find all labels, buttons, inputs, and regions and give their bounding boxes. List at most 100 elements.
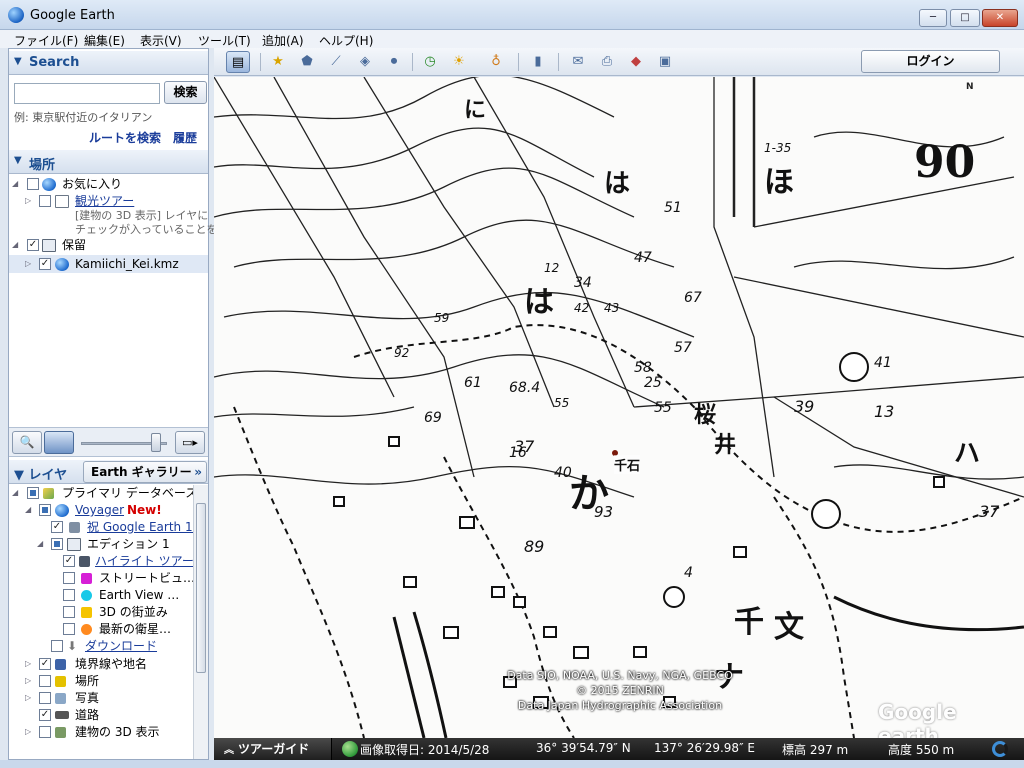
- expand-arrow-icon[interactable]: ▷: [25, 193, 31, 209]
- menu-file[interactable]: ファイル(F): [14, 32, 78, 49]
- toolbar-ruler-button[interactable]: ▮: [526, 51, 550, 73]
- favorites-checkbox[interactable]: [27, 178, 39, 190]
- tree-item-temporary[interactable]: ◢ ✓ 保留: [9, 237, 208, 253]
- search-places-button[interactable]: 🔍: [12, 431, 42, 454]
- earth-view-checkbox[interactable]: [63, 589, 75, 601]
- tab-earth-gallery[interactable]: Earth ギャラリー »: [83, 461, 207, 483]
- collapse-arrow-icon[interactable]: ◢: [12, 176, 18, 192]
- layers-scrollbar-thumb[interactable]: [196, 503, 206, 673]
- collapse-arrow-icon[interactable]: ◢: [37, 536, 43, 552]
- map-boundary-line: [713, 77, 775, 478]
- placemark-icon: ★: [272, 54, 284, 69]
- map-number: 1-35: [764, 141, 791, 155]
- sightseeing-checkbox[interactable]: [39, 195, 51, 207]
- menu-add[interactable]: 追加(A): [262, 32, 304, 49]
- primary-db-checkbox[interactable]: [27, 487, 39, 499]
- map-placemark-label[interactable]: 千石: [614, 455, 641, 474]
- roads-label: 道路: [75, 708, 100, 722]
- temporary-checkbox[interactable]: ✓: [27, 239, 39, 251]
- kmz-checkbox[interactable]: ✓: [39, 258, 51, 270]
- edition-checkbox[interactable]: [51, 538, 63, 550]
- map-building-mark: [933, 476, 945, 488]
- roads-checkbox[interactable]: ✓: [39, 709, 51, 721]
- toolbar-overlay-button[interactable]: ◈: [353, 51, 377, 73]
- toolbar-email-button[interactable]: ✉: [566, 51, 590, 73]
- download-link[interactable]: ダウンロード: [85, 638, 157, 654]
- map-label: は: [604, 169, 630, 199]
- login-button[interactable]: ログイン: [861, 50, 1000, 73]
- print-icon: ⎙: [601, 54, 613, 69]
- collapse-triangle-icon[interactable]: ▼: [14, 155, 22, 166]
- voyager-checkbox[interactable]: [39, 504, 51, 516]
- highlight-tour-checkbox[interactable]: ✓: [63, 555, 75, 567]
- anniversary-checkbox[interactable]: ✓: [51, 521, 63, 533]
- image-overlay-icon: ◈: [360, 54, 370, 69]
- collapse-arrow-icon[interactable]: ◢: [25, 502, 31, 518]
- google-earth-logo-icon: [8, 7, 24, 23]
- sightseeing-note-line2: チェックが入っていることを: [75, 223, 218, 236]
- highlight-tour-link[interactable]: ハイライト ツアー: [95, 553, 194, 569]
- opacity-slider-thumb[interactable]: [151, 433, 161, 452]
- toolbar-historical-button[interactable]: ◷: [418, 51, 442, 73]
- route-search-link[interactable]: ルートを検索: [89, 129, 161, 146]
- expand-arrow-icon[interactable]: ▷: [25, 724, 31, 740]
- buildings-3d-checkbox[interactable]: [39, 726, 51, 738]
- search-button[interactable]: 検索: [164, 81, 207, 104]
- toolbar-save-image-button[interactable]: ▣: [653, 51, 677, 73]
- toolbar-polygon-button[interactable]: ⬟: [295, 51, 319, 73]
- toolbar-placemark-button[interactable]: ★: [266, 51, 290, 73]
- tab-layers[interactable]: ▼ レイヤ: [14, 464, 67, 483]
- tree-item-favorites[interactable]: ◢ お気に入り: [9, 176, 208, 192]
- places-layer-checkbox[interactable]: [39, 675, 51, 687]
- toolbar-sidebar-button[interactable]: ▤: [226, 51, 250, 73]
- latest-satellite-checkbox[interactable]: [63, 623, 75, 635]
- expand-arrow-icon[interactable]: ▷: [25, 673, 31, 689]
- toolbar-maps-button[interactable]: ◆: [624, 51, 648, 73]
- sightseeing-link[interactable]: 観光ツアー: [75, 193, 134, 209]
- layers-scrollbar[interactable]: [193, 485, 208, 759]
- tree-item-sightseeing[interactable]: ▷ 観光ツアー: [9, 193, 208, 209]
- menu-view[interactable]: 表示(V): [140, 32, 182, 49]
- minimize-button[interactable]: ─: [919, 9, 947, 27]
- collapse-triangle-icon[interactable]: ▼: [14, 56, 22, 67]
- expand-arrow-icon[interactable]: ▷: [25, 656, 31, 672]
- map-number: 37: [979, 502, 1000, 521]
- street-view-checkbox[interactable]: [63, 572, 75, 584]
- voyager-link[interactable]: Voyager: [75, 502, 124, 518]
- cities-3d-checkbox[interactable]: [63, 606, 75, 618]
- toolbar-planets-button[interactable]: ♁: [484, 51, 508, 73]
- places-panel-header[interactable]: ▼ 場所: [9, 150, 208, 174]
- collapse-arrow-icon[interactable]: ◢: [12, 237, 18, 253]
- toggle-places-button[interactable]: [44, 431, 74, 454]
- borders-checkbox[interactable]: ✓: [39, 658, 51, 670]
- attribution-line-3: Data Japan Hydrographic Association: [517, 699, 723, 712]
- tree-item-kmz[interactable]: ▷ ✓ Kamiichi_Kei.kmz: [9, 255, 208, 273]
- close-button[interactable]: ✕: [982, 9, 1018, 27]
- camera-icon: [79, 556, 90, 567]
- history-link[interactable]: 履歴: [173, 129, 197, 146]
- altitude-readout: 高度 550 m: [888, 743, 955, 757]
- map-number: 40: [554, 465, 572, 481]
- expand-arrow-icon[interactable]: ▷: [25, 256, 31, 272]
- toolbar-record-tour-button[interactable]: ⏺: [382, 51, 406, 73]
- toolbar-sunlight-button[interactable]: ☀: [447, 51, 471, 73]
- expand-arrow-icon[interactable]: ▷: [25, 690, 31, 706]
- north-indicator[interactable]: N: [966, 82, 974, 92]
- collapse-arrow-icon[interactable]: ◢: [12, 485, 18, 501]
- search-input[interactable]: [14, 83, 160, 104]
- download-checkbox[interactable]: [51, 640, 63, 652]
- menu-help[interactable]: ヘルプ(H): [319, 32, 373, 49]
- map-viewport[interactable]: に ほ は は か 桜 井 千 文 ハ ナ 90 39 13 41 37 93 …: [214, 77, 1024, 738]
- photos-checkbox[interactable]: [39, 692, 51, 704]
- maximize-button[interactable]: □: [950, 9, 980, 27]
- folder-menu-button[interactable]: ▭▸: [175, 431, 205, 454]
- search-panel-header[interactable]: ▼ Search: [9, 51, 208, 75]
- anniversary-link[interactable]: 祝 Google Earth 10: [87, 519, 193, 535]
- menu-edit[interactable]: 編集(E): [84, 32, 125, 49]
- toolbar-path-button[interactable]: ⟋: [324, 51, 348, 73]
- earth-view-label: Earth View …: [99, 588, 180, 602]
- map-number: 42: [574, 301, 589, 315]
- menu-tools[interactable]: ツール(T): [198, 32, 251, 49]
- toolbar-print-button[interactable]: ⎙: [595, 51, 619, 73]
- tour-guide-button[interactable]: ︽ ツアーガイド: [214, 738, 332, 760]
